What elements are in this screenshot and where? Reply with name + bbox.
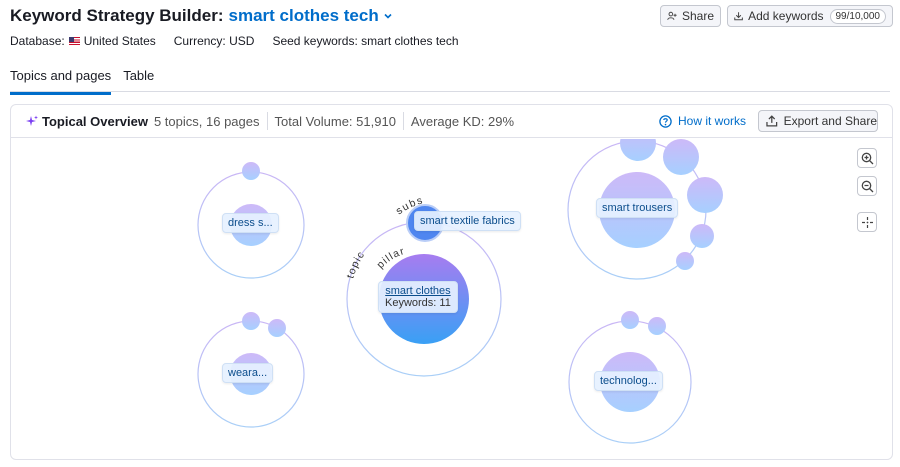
add-keywords-label: Add keywords [748, 9, 824, 23]
page-header: Keyword Strategy Builder: smart clothes … [10, 6, 393, 26]
topical-overview-card: Topical Overview 5 topics, 16 pages Tota… [10, 104, 893, 460]
download-icon [734, 12, 743, 21]
subtopic-label[interactable]: smart textile fabrics [414, 211, 521, 231]
page-dot [242, 162, 260, 180]
fit-center-icon [861, 216, 873, 228]
page-dot [676, 252, 694, 270]
page-dot [648, 317, 666, 335]
page-title: Keyword Strategy Builder: [10, 6, 224, 25]
keyword-counter-badge: 99/10,000 [829, 8, 886, 24]
divider [266, 112, 268, 130]
total-volume: Total Volume: 51,910 [274, 113, 396, 129]
page-dot [690, 224, 714, 248]
how-it-works-link[interactable]: How it works [659, 114, 746, 128]
page-dot [268, 319, 286, 337]
seed-keywords-info: Seed keywords: smart clothes tech [272, 34, 459, 48]
how-it-works-label: How it works [678, 114, 747, 128]
pillar-keyword-count: Keywords: 11 [385, 297, 451, 309]
divider [402, 112, 404, 130]
pillar-label[interactable]: smart clothes Keywords: 11 [378, 281, 458, 313]
svg-text:topic: topic [344, 249, 367, 280]
fit-center-button[interactable] [857, 212, 877, 232]
topic-label-smart-trousers[interactable]: smart trousers [596, 198, 679, 218]
export-and-share-button[interactable]: Export and Share [758, 110, 878, 132]
average-kd: Average KD: 29% [410, 113, 515, 129]
help-circle-icon [659, 114, 672, 128]
overview-title: Topical Overview [42, 113, 148, 129]
zoom-in-button[interactable] [857, 148, 877, 168]
export-label: Export and Share [783, 114, 877, 128]
export-icon [766, 115, 778, 127]
page-dot [663, 139, 699, 175]
us-flag-icon [68, 37, 80, 45]
topic-label-wearable[interactable]: weara... [222, 363, 274, 383]
zoom-out-icon [861, 180, 873, 192]
topic-label-dress[interactable]: dress s... [222, 213, 279, 233]
seed-dropdown[interactable]: smart clothes tech [229, 6, 379, 26]
zoom-out-button[interactable] [857, 176, 877, 196]
add-keywords-button[interactable]: Add keywords 99/10,000 [727, 5, 893, 27]
sparkle-icon [26, 115, 38, 126]
zoom-in-icon [861, 152, 873, 164]
page-dot [620, 139, 656, 161]
share-button[interactable]: Share [660, 5, 721, 27]
database-info: Database: United States [10, 34, 156, 48]
currency-info: Currency: USD [173, 34, 255, 48]
topic-label-technology[interactable]: technolog... [594, 371, 663, 391]
pillar-link[interactable]: smart clothes [385, 285, 451, 297]
page-dot [242, 312, 260, 330]
page-dot [687, 177, 723, 213]
ring-label-topic: topic [344, 249, 366, 280]
database-label: Database: [10, 34, 65, 48]
page-dot [621, 311, 639, 329]
overview-summary: 5 topics, 16 pages [153, 113, 260, 129]
meta-row: Database: United States Currency: USD Se… [10, 34, 477, 48]
database-value: United States [83, 34, 156, 48]
share-button-label: Share [681, 9, 714, 23]
person-add-icon [667, 11, 677, 20]
tabs-divider [10, 91, 890, 92]
chevron-down-icon[interactable] [383, 11, 393, 21]
